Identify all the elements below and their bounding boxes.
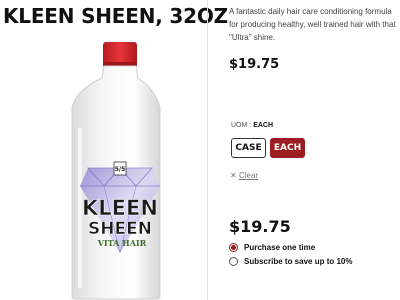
radio-button[interactable] xyxy=(229,257,238,266)
purchase-one-time-label: Purchase one time xyxy=(244,243,316,252)
purchase-one-time-option[interactable]: Purchase one time xyxy=(229,243,315,252)
price: $19.75 xyxy=(229,57,280,72)
radio-button-selected[interactable] xyxy=(229,243,238,252)
uom-label: UOM : EACH xyxy=(231,122,274,129)
bottle-illustration: 5/5 KLEEN SHEEN VITA HAIR xyxy=(71,42,161,300)
close-icon: ✕ xyxy=(230,171,237,180)
label-sheen: SHEEN xyxy=(88,219,152,239)
product-description: A fantastic daily hair care conditioning… xyxy=(229,7,396,42)
product-image: 5/5 KLEEN SHEEN VITA HAIR xyxy=(60,38,180,300)
subscribe-label: Subscribe to save up to 10% xyxy=(244,257,353,266)
svg-text:5/5: 5/5 xyxy=(115,166,126,173)
product-title: KLEEN SHEEN, 32OZ xyxy=(3,4,228,28)
clear-link[interactable]: ✕ Clear xyxy=(230,171,258,180)
column-divider xyxy=(207,0,208,300)
option-case-button[interactable]: CASE xyxy=(231,138,266,158)
option-each-button[interactable]: EACH xyxy=(270,138,305,158)
label-kleen: KLEEN xyxy=(82,196,158,220)
price-summary: $19.75 xyxy=(229,217,291,236)
label-vita-hair: VITA HAIR xyxy=(97,238,147,248)
subscribe-option[interactable]: Subscribe to save up to 10% xyxy=(229,257,352,266)
